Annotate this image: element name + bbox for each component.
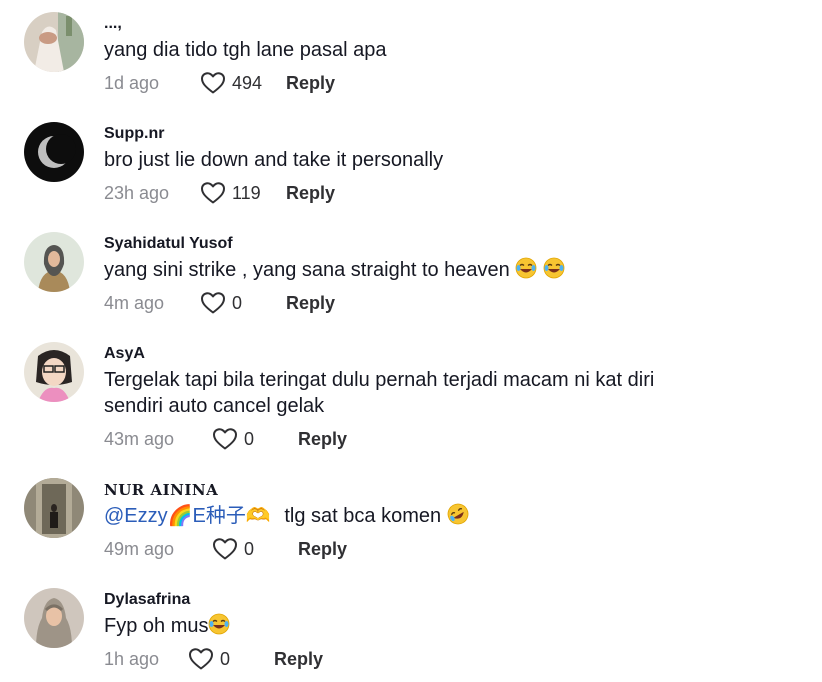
comment-username[interactable]: Syahidatul Yusof	[104, 234, 802, 254]
reply-button[interactable]: Reply	[286, 293, 335, 314]
comment-time: 49m ago	[104, 538, 175, 559]
comment-meta: 49m ago 0 Reply	[104, 536, 802, 562]
comment-text: Tergelak tapi bila teringat dulu pernah …	[104, 369, 655, 417]
avatar[interactable]	[24, 122, 84, 182]
mention-link[interactable]: @Ezzy🌈E种子🫶	[104, 505, 271, 527]
comment-text-content: yang sini strike , yang sana straight to…	[104, 259, 510, 281]
face-with-tears-of-joy-emoji	[208, 613, 230, 635]
heart-icon	[200, 181, 226, 205]
comment-meta: 43m ago 0 Reply	[104, 426, 802, 452]
comment-text-content: Fyp oh mus	[104, 615, 209, 637]
heart-icon	[200, 71, 226, 95]
comment-text: bro just lie down and take it personally	[104, 149, 444, 171]
comment-text: @Ezzy🌈E种子🫶 tlg sat bca komen	[104, 503, 802, 529]
heart-icon	[212, 537, 238, 561]
comment-meta: 1d ago 494 Reply	[104, 70, 802, 96]
like-count: 0	[244, 538, 255, 559]
reply-button[interactable]: Reply	[298, 539, 347, 560]
comment-username[interactable]: Supp.nr	[104, 124, 802, 144]
comment-username[interactable]: ...,	[104, 14, 802, 34]
comment-username[interactable]: 𝐍𝐔𝐑 𝐀𝐈𝐍𝐈𝐍𝐀	[104, 480, 802, 500]
comment-text-content: tlg sat bca komen	[284, 505, 442, 527]
rolling-on-floor-laughing-emoji	[447, 503, 469, 525]
comment-text: yang dia tido tgh lane pasal apa	[104, 39, 387, 61]
avatar[interactable]	[24, 12, 84, 72]
like-button[interactable]: 0	[212, 537, 284, 561]
like-count: 0	[244, 428, 255, 449]
comment-time: 43m ago	[104, 428, 175, 449]
comment-time: 1d ago	[104, 72, 160, 93]
heart-icon	[200, 291, 226, 315]
comment-username[interactable]: Dylasafrina	[104, 590, 802, 610]
comment-meta: 1h ago 0 Reply	[104, 646, 802, 672]
like-button[interactable]: 0	[200, 291, 272, 315]
comment-meta: 23h ago 119 Reply	[104, 180, 802, 206]
like-button[interactable]: 0	[188, 647, 260, 671]
heart-icon	[212, 427, 238, 451]
comment-text: yang sini strike , yang sana straight to…	[104, 257, 802, 283]
avatar[interactable]	[24, 478, 84, 538]
like-count: 0	[232, 292, 243, 313]
reply-button[interactable]: Reply	[286, 73, 335, 94]
face-with-tears-of-joy-emoji	[543, 257, 565, 279]
comment-time: 4m ago	[104, 292, 165, 313]
reply-button[interactable]: Reply	[286, 183, 335, 204]
like-button[interactable]: 494	[200, 71, 272, 95]
avatar[interactable]	[24, 588, 84, 648]
comment-time: 1h ago	[104, 648, 160, 669]
like-count: 494	[232, 72, 263, 93]
avatar[interactable]	[24, 232, 84, 292]
face-with-tears-of-joy-emoji	[515, 257, 537, 279]
like-count: 0	[220, 648, 231, 669]
comment-username[interactable]: AsyA	[104, 344, 802, 364]
reply-button[interactable]: Reply	[274, 649, 323, 670]
comment-meta: 4m ago 0 Reply	[104, 290, 802, 316]
like-count: 119	[232, 182, 261, 203]
avatar[interactable]	[24, 342, 84, 402]
reply-button[interactable]: Reply	[298, 429, 347, 450]
comment-time: 23h ago	[104, 182, 170, 203]
like-button[interactable]: 119	[200, 181, 272, 205]
comment-text: Fyp oh mus	[104, 613, 802, 639]
like-button[interactable]: 0	[212, 427, 284, 451]
heart-icon	[188, 647, 214, 671]
